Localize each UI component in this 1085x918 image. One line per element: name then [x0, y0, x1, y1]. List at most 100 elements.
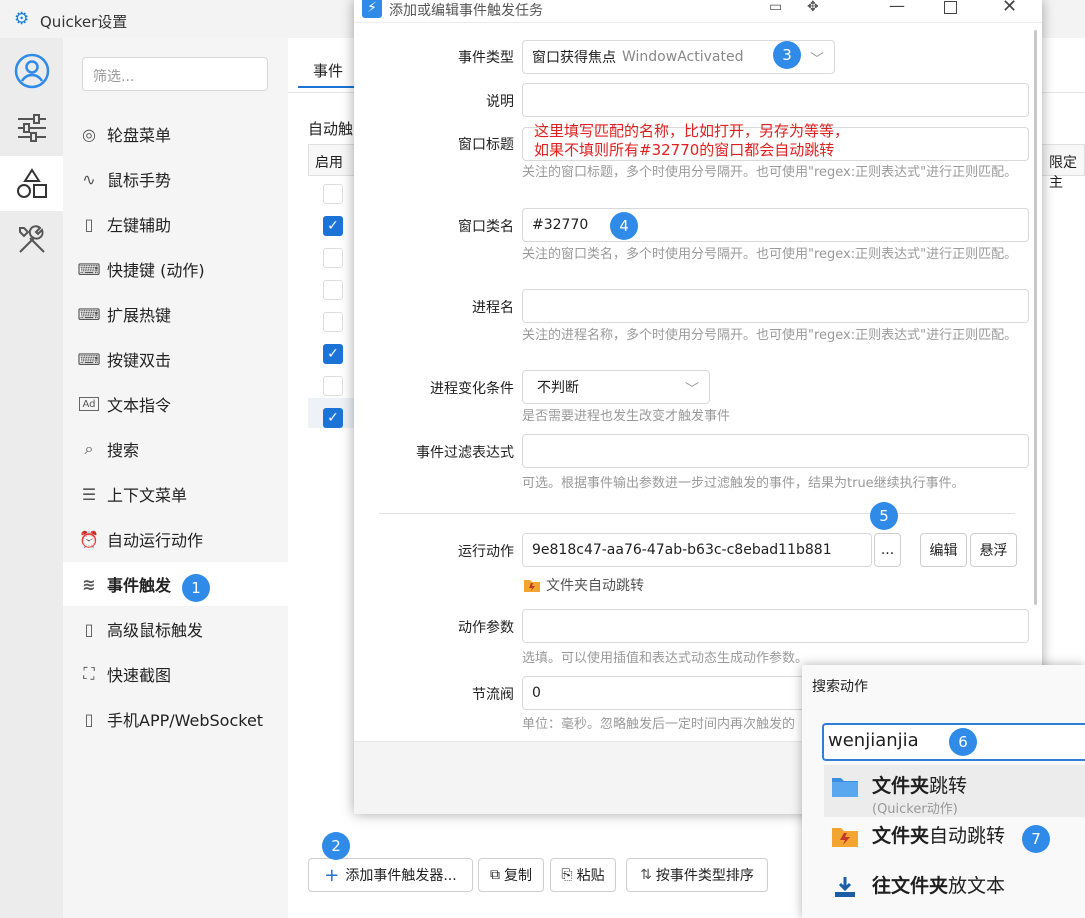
run-action-label: 运行动作 — [458, 544, 514, 560]
copy-button[interactable]: ⧉ 复制 — [478, 858, 544, 892]
minimize-button[interactable]: — — [889, 0, 905, 15]
filter-expr-input[interactable] — [522, 434, 1029, 468]
shapes-tab-button[interactable] — [0, 156, 63, 211]
section-label: 自动触 — [308, 120, 354, 138]
window-title-label: 窗口标题 — [458, 137, 514, 153]
copy-label: 复制 — [504, 868, 532, 884]
wrench-icon — [18, 224, 45, 253]
keyboard-icon: ⌨ — [77, 304, 101, 324]
search-result-item[interactable]: 往文件夹放文本 — [832, 867, 1082, 915]
screenshot-icon: ⛶ — [83, 664, 95, 683]
mouse-icon: ▯ — [84, 214, 94, 234]
shapes-icon — [16, 167, 47, 198]
close-button[interactable]: ✕ — [1002, 0, 1017, 17]
search-result-match: 文件夹 — [872, 825, 930, 847]
maximize-button[interactable] — [944, 1, 957, 14]
checkbox-checked[interactable]: ✓ — [323, 344, 343, 364]
throttle-hint: 单位：毫秒。忽略触发后一定时间内再次触发的 — [522, 717, 796, 732]
nav-item-13[interactable]: ▯ 手机APP/WebSocket — [63, 697, 288, 741]
window-pin-icon[interactable]: ▭ — [769, 0, 782, 15]
tab-events[interactable]: 事件 — [298, 54, 358, 88]
col-restrict-header: 限定主 — [1049, 155, 1077, 191]
action-params-input[interactable] — [522, 609, 1029, 643]
sort-button[interactable]: ⇅ 按事件类型排序 — [626, 858, 768, 892]
process-change-select[interactable]: 不判断 ﹀ — [522, 370, 710, 404]
browse-action-button[interactable]: ... — [874, 533, 901, 567]
checkbox-checked[interactable]: ✓ — [323, 216, 343, 236]
dialog-title-divider — [354, 22, 1042, 23]
checkbox-unchecked[interactable] — [323, 376, 343, 396]
table-row[interactable] — [308, 306, 358, 338]
nav-item-0[interactable]: ◎ 轮盘菜单 — [63, 112, 288, 156]
table-row[interactable] — [308, 370, 358, 402]
nav-item-label: 扩展热键 — [107, 306, 172, 325]
run-action-input[interactable]: 9e818c47-aa76-47ab-b63c-c8ebad11b881 — [522, 533, 872, 567]
nav-item-label: 轮盘菜单 — [107, 126, 172, 145]
checkbox-checked[interactable]: ✓ — [323, 408, 343, 428]
checkbox-unchecked[interactable] — [323, 248, 343, 268]
search-result-match: 往文件夹 — [872, 875, 949, 897]
throttle-input[interactable]: 0 — [522, 676, 842, 710]
nav-item-1[interactable]: ∿ 鼠标手势 — [63, 157, 288, 201]
nav-item-10[interactable]: ≋ 事件触发 — [63, 562, 288, 606]
process-input[interactable] — [522, 289, 1029, 323]
quicker-logo-icon: ⚡ — [362, 0, 382, 18]
nav-item-8[interactable]: ☰ 上下文菜单 — [63, 472, 288, 516]
table-row[interactable] — [308, 242, 358, 274]
process-change-label: 进程变化条件 — [430, 381, 514, 397]
add-trigger-button[interactable]: + 添加事件触发器... — [308, 858, 473, 892]
nav-item-4[interactable]: ⌨ 扩展热键 — [63, 292, 288, 336]
col-enabled-header: 启用 — [315, 155, 343, 171]
sliders-tab-button[interactable] — [0, 100, 63, 155]
window-class-input[interactable]: #32770 — [522, 208, 1029, 242]
sliders-icon — [17, 113, 46, 142]
table-row[interactable] — [308, 274, 358, 306]
nav-item-11[interactable]: ▯ 高级鼠标触发 — [63, 607, 288, 651]
search-result-title: 往文件夹放文本 — [872, 871, 1005, 898]
checkbox-unchecked[interactable] — [323, 312, 343, 332]
add-trigger-label: 添加事件触发器... — [345, 868, 457, 884]
paste-button[interactable]: ⎘ 粘贴 — [550, 858, 616, 892]
filter-input[interactable]: 筛选... — [82, 57, 268, 91]
window-class-value: #32770 — [532, 217, 589, 233]
table-row[interactable]: ✓ — [308, 338, 358, 370]
search-icon: ⌕ — [84, 439, 94, 458]
search-action-panel: 搜索动作 wenjianjia 文件夹跳转 (Quicker动作) 文件夹自动跳转往… — [802, 665, 1085, 918]
tools-tab-button[interactable] — [0, 212, 63, 267]
checkbox-unchecked[interactable] — [323, 280, 343, 300]
window-title-annotation: 这里填写匹配的名称，比如打开，另存为等等， 如果不填则所有#32770的窗口都会… — [534, 122, 849, 160]
process-label: 进程名 — [472, 300, 514, 316]
nav-item-12[interactable]: ⛶ 快速截图 — [63, 652, 288, 696]
description-input[interactable] — [522, 83, 1029, 117]
drag-handle-icon[interactable]: ✥ — [807, 0, 819, 15]
gesture-icon: ∿ — [82, 169, 96, 189]
float-action-button[interactable]: 悬浮 — [970, 533, 1017, 567]
action-params-label: 动作参数 — [458, 620, 514, 636]
search-result-item[interactable]: 文件夹跳转 (Quicker动作) — [832, 767, 1082, 817]
search-result-match: 文件夹 — [872, 775, 930, 797]
user-avatar-button[interactable] — [0, 43, 63, 98]
keyboard-icon: ⌨ — [77, 259, 101, 279]
table-row[interactable]: ✓ — [308, 210, 358, 242]
table-row[interactable]: ✓ — [308, 402, 358, 434]
nav-item-label: 高级鼠标触发 — [107, 621, 204, 640]
nav-item-label: 文本指令 — [107, 396, 172, 415]
user-icon — [14, 53, 49, 88]
window-title-hint: 关注的窗口标题，多个时使用分号隔开。也可使用"regex:正则表达式"进行正则匹… — [522, 165, 1018, 180]
table-row[interactable] — [308, 178, 358, 210]
nav-item-6[interactable]: Ad 文本指令 — [63, 382, 288, 426]
nav-item-5[interactable]: ⌨ 按键双击 — [63, 337, 288, 381]
nav-item-2[interactable]: ▯ 左键辅助 — [63, 202, 288, 246]
nav-item-label: 按键双击 — [107, 351, 172, 370]
search-query: wenjianjia — [828, 730, 919, 751]
dialog-scrollbar[interactable] — [1034, 30, 1037, 605]
nav-item-7[interactable]: ⌕ 搜索 — [63, 427, 288, 471]
search-result-title: 文件夹自动跳转 — [872, 821, 1005, 848]
run-action-value: 9e818c47-aa76-47ab-b63c-c8ebad11b881 — [532, 542, 832, 558]
nav-item-3[interactable]: ⌨ 快捷键 (动作) — [63, 247, 288, 291]
search-result-rest: 自动跳转 — [929, 825, 1006, 847]
paste-icon: ⎘ — [561, 867, 573, 883]
nav-item-9[interactable]: ⏰ 自动运行动作 — [63, 517, 288, 561]
edit-action-button[interactable]: 编辑 — [920, 533, 967, 567]
checkbox-unchecked[interactable] — [323, 184, 343, 204]
